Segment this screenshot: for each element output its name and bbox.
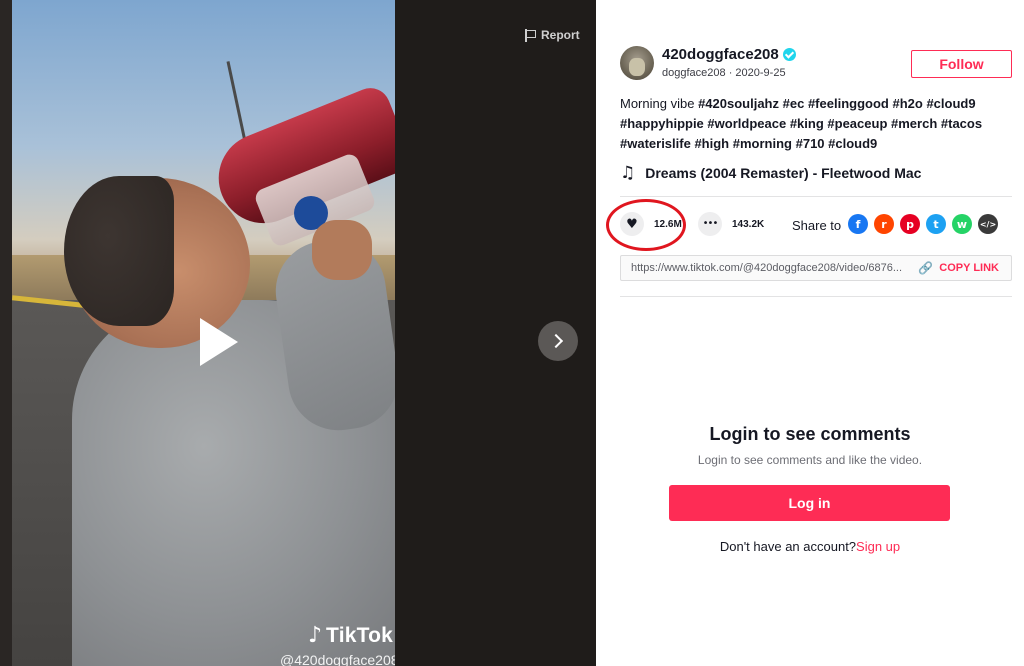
copy-link-button[interactable]: 🔗 COPY LINK (918, 262, 999, 274)
hashtag[interactable]: #710 (796, 136, 825, 151)
hashtag[interactable]: #happyhippie (620, 116, 704, 131)
next-video-button[interactable] (538, 321, 578, 361)
signup-link[interactable]: Sign up (856, 539, 900, 554)
whatsapp-icon[interactable]: w (952, 214, 972, 234)
hashtag[interactable]: #feelinggood (808, 96, 889, 111)
like-icon-circle: ♥ (620, 212, 644, 236)
facebook-icon[interactable]: f (848, 214, 868, 234)
signup-row: Don't have an account?Sign up (596, 539, 1024, 554)
report-button[interactable]: Report (524, 28, 580, 42)
like-button[interactable]: ♥ 12.6M (620, 212, 682, 236)
person-hair (64, 176, 174, 326)
comment-icon-circle: ••• (698, 212, 722, 236)
author-username-row: 420doggface208 (662, 46, 796, 63)
post-date: 2020-9-25 (735, 67, 786, 79)
divider (620, 296, 1012, 297)
music-link[interactable]: ♫ Dreams (2004 Remaster) - Fleetwood Mac (620, 164, 921, 182)
no-account-text: Don't have an account? (719, 539, 857, 554)
tiktok-watermark: ♪ TikTok (308, 624, 393, 648)
hashtag[interactable]: #tacos (941, 116, 982, 131)
caption-text: Morning vibe (620, 96, 695, 111)
avatar[interactable] (620, 46, 654, 80)
chevron-right-icon (548, 333, 564, 349)
hashtag[interactable]: #peaceup (827, 116, 887, 131)
video-link-url[interactable]: https://www.tiktok.com/@420doggface208/v… (631, 262, 921, 274)
hashtag[interactable]: #420souljahz (698, 96, 779, 111)
heart-icon: ♥ (626, 216, 638, 232)
hashtag[interactable]: #morning (733, 136, 792, 151)
comment-button[interactable]: ••• 143.2K (698, 212, 764, 236)
hashtag[interactable]: #merch (891, 116, 937, 131)
watermark-handle: @420doggface208 (280, 652, 395, 666)
music-title: Dreams (2004 Remaster) - Fleetwood Mac (645, 165, 922, 181)
author-nickname: doggface208 (662, 67, 726, 79)
hashtag[interactable]: #cloud9 (926, 96, 975, 111)
flag-icon (524, 28, 536, 42)
hashtag[interactable]: #waterislife (620, 136, 691, 151)
comment-count: 143.2K (732, 218, 765, 230)
reddit-icon[interactable]: r (874, 214, 894, 234)
comments-login-subtitle: Login to see comments and like the video… (697, 453, 923, 467)
pinterest-icon[interactable]: p (900, 214, 920, 234)
hashtag[interactable]: #worldpeace (707, 116, 786, 131)
verified-badge-icon (782, 48, 796, 61)
hashtag[interactable]: #ec (783, 96, 805, 111)
previous-video-edge (0, 0, 12, 666)
video-frame[interactable]: ♪ TikTok @420doggface208 (12, 0, 395, 666)
share-icons: f r p t w </> (848, 214, 998, 234)
author-meta: doggface208 · 2020-9-25 (662, 67, 786, 79)
hashtag[interactable]: #high (694, 136, 729, 151)
hashtag[interactable]: #h2o (892, 96, 922, 111)
follow-button[interactable]: Follow (911, 50, 1012, 78)
author-username[interactable]: 420doggface208 (662, 46, 779, 63)
video-panel: ♪ TikTok @420doggface208 Report (0, 0, 596, 666)
comment-icon: ••• (702, 218, 719, 229)
login-button[interactable]: Log in (669, 485, 950, 521)
report-label: Report (541, 28, 580, 42)
watermark-brand: TikTok (326, 624, 393, 647)
action-row: ♥ 12.6M ••• 143.2K Share to f r p t w </… (606, 199, 1012, 251)
music-note-icon: ♫ (620, 163, 636, 183)
divider (620, 196, 1012, 197)
hashtag[interactable]: #king (790, 116, 824, 131)
share-label: Share to (792, 218, 842, 233)
tiktok-logo-icon: ♪ (308, 623, 323, 648)
embed-icon[interactable]: </> (978, 214, 998, 234)
person-hand (312, 220, 372, 280)
link-icon: 🔗 (918, 261, 934, 275)
play-icon[interactable] (200, 318, 238, 366)
like-count: 12.6M (654, 218, 682, 230)
twitter-icon[interactable]: t (926, 214, 946, 234)
comments-login-title: Login to see comments (709, 424, 911, 444)
hashtag[interactable]: #cloud9 (828, 136, 877, 151)
video-caption: Morning vibe #420souljahz #ec #feelinggo… (620, 94, 1000, 154)
copy-link-label: COPY LINK (939, 262, 999, 274)
video-link-box: https://www.tiktok.com/@420doggface208/v… (620, 255, 1012, 281)
info-panel: 420doggface208 doggface208 · 2020-9-25 F… (596, 0, 1024, 666)
